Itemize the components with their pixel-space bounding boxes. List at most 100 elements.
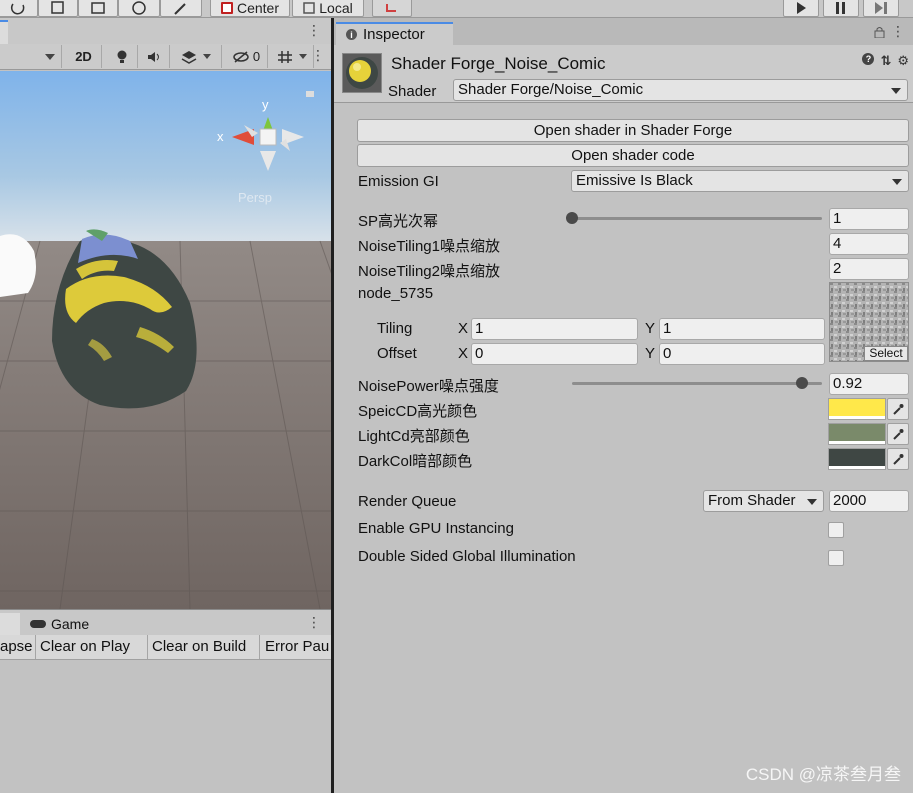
- offset-y-field[interactable]: 0: [659, 343, 825, 365]
- error-pause-label: Error Pau: [265, 638, 330, 655]
- sp-value-field[interactable]: 1: [829, 208, 909, 230]
- noise-tiling-1-field[interactable]: 4: [829, 233, 909, 255]
- scene-tab[interactable]: [0, 20, 8, 44]
- shader-label: Shader: [388, 83, 437, 100]
- step-button[interactable]: [863, 0, 899, 17]
- sp-slider-track[interactable]: [572, 217, 822, 220]
- lock-icon[interactable]: [874, 26, 885, 38]
- tiling-y-value: 1: [663, 320, 672, 337]
- custom-tool-button[interactable]: [160, 0, 202, 17]
- pivot-center-toggle[interactable]: Center: [210, 0, 290, 17]
- texture-select-button[interactable]: Select: [864, 346, 908, 361]
- offset-x-field[interactable]: 0: [471, 343, 638, 365]
- pause-icon: [836, 1, 845, 14]
- scale-tool-button[interactable]: [38, 0, 78, 17]
- offset-x-value: 0: [475, 345, 484, 362]
- console-menu-icon[interactable]: ⋮: [307, 614, 321, 631]
- draw-mode-dropdown[interactable]: [0, 45, 62, 68]
- speaker-icon: [147, 51, 159, 62]
- scene-panel-menu-icon[interactable]: ⋮: [307, 22, 321, 39]
- inspector-tabbar: i Inspector ⋮: [334, 18, 913, 45]
- grid-snap-dropdown[interactable]: [270, 45, 314, 68]
- scene-viewport[interactable]: y x Persp: [0, 71, 331, 609]
- tab-game[interactable]: Game: [22, 613, 132, 635]
- console-tab[interactable]: [0, 613, 20, 635]
- noise-power-slider-handle[interactable]: [796, 377, 808, 389]
- alpha-bar: [829, 416, 885, 419]
- noise-power-slider-track[interactable]: [572, 382, 822, 385]
- tab-inspector[interactable]: i Inspector: [336, 22, 453, 45]
- layers-icon: [181, 50, 196, 64]
- noise-tiling-1-label: NoiseTiling1噪点缩放: [358, 238, 500, 255]
- chevron-down-icon: [807, 499, 817, 505]
- main-toolbar: Center Local: [0, 0, 913, 18]
- rect-tool-button[interactable]: [78, 0, 118, 17]
- toggle-2d-button[interactable]: 2D: [66, 45, 102, 68]
- toggle-2d-label: 2D: [75, 49, 92, 64]
- offset-label: Offset: [377, 345, 417, 362]
- play-button[interactable]: [783, 0, 819, 17]
- render-queue-value-field[interactable]: 2000: [829, 490, 909, 512]
- render-queue-mode-dropdown[interactable]: From Shader: [703, 490, 824, 512]
- collapse-button[interactable]: apse: [0, 635, 36, 659]
- grid-icon: [277, 50, 292, 63]
- gpu-instancing-checkbox[interactable]: [828, 522, 844, 538]
- tiling-label: Tiling: [377, 320, 413, 337]
- sp-slider-handle[interactable]: [566, 212, 578, 224]
- shader-dropdown-value: Shader Forge/Noise_Comic: [458, 81, 644, 98]
- light-color-swatch[interactable]: [828, 423, 886, 445]
- wrench-icon: [174, 2, 186, 15]
- pause-button[interactable]: [823, 0, 859, 17]
- offset-y-value: 0: [663, 345, 672, 362]
- hidden-objects-toggle[interactable]: 0: [226, 45, 268, 68]
- node-texture-label: node_5735: [358, 285, 434, 302]
- dark-color-picker-button[interactable]: [887, 448, 909, 470]
- spec-color-picker-button[interactable]: [887, 398, 909, 420]
- material-name: Shader Forge_Noise_Comic: [391, 54, 606, 73]
- sp-label: SP高光次幂: [358, 213, 439, 230]
- noise-tiling-2-field[interactable]: 2: [829, 258, 909, 280]
- presets-icon[interactable]: ⇅: [880, 53, 891, 69]
- shader-dropdown[interactable]: Shader Forge/Noise_Comic: [453, 79, 908, 101]
- open-in-shader-forge-button[interactable]: Open shader in Shader Forge: [357, 119, 909, 142]
- clear-on-build-button[interactable]: Clear on Build: [148, 635, 260, 659]
- tiling-y-field[interactable]: 1: [659, 318, 825, 340]
- rotate-tool-button[interactable]: [0, 0, 38, 17]
- emission-gi-dropdown[interactable]: Emissive Is Black: [571, 170, 909, 192]
- tiling-x-axis-label: X: [458, 320, 469, 337]
- dark-color-label: DarkCol暗部颜色: [358, 453, 473, 470]
- spec-color-swatch[interactable]: [828, 398, 886, 420]
- dark-color-swatch[interactable]: [828, 448, 886, 470]
- tiling-x-field[interactable]: 1: [471, 318, 638, 340]
- gizmo-persp-label: Persp: [238, 190, 272, 205]
- tiling-x-value: 1: [475, 320, 484, 337]
- help-icon[interactable]: ?: [862, 53, 875, 65]
- scale-icon: [51, 0, 64, 14]
- gear-icon[interactable]: ⚙: [897, 53, 909, 69]
- scene-tabbar: ⋮: [0, 18, 331, 44]
- audio-toggle[interactable]: [138, 45, 170, 68]
- texture-slot[interactable]: Select: [829, 282, 909, 362]
- scene-options-menu-icon[interactable]: ⋮: [311, 47, 325, 64]
- snap-toggle-button[interactable]: [372, 0, 412, 17]
- noise-tiling-1-value: 4: [833, 235, 842, 252]
- transform-tool-button[interactable]: [118, 0, 160, 17]
- effects-dropdown[interactable]: [170, 45, 222, 68]
- error-pause-button[interactable]: Error Pau: [261, 635, 331, 659]
- light-color-picker-button[interactable]: [887, 423, 909, 445]
- material-header: Shader Forge_Noise_Comic ? ⇅ ⚙ Shader Sh…: [334, 45, 913, 103]
- pivot-local-toggle[interactable]: Local: [292, 0, 364, 17]
- chevron-down-icon: [45, 54, 55, 60]
- offset-y-axis-label: Y: [645, 345, 656, 362]
- double-sided-gi-checkbox[interactable]: [828, 550, 844, 566]
- lighting-toggle[interactable]: [106, 45, 138, 68]
- open-shader-code-button[interactable]: Open shader code: [357, 144, 909, 167]
- rotate-icon: [10, 3, 25, 14]
- inspector-menu-icon[interactable]: ⋮: [891, 23, 905, 40]
- clear-on-play-button[interactable]: Clear on Play: [36, 635, 148, 659]
- gizmo-lock-icon[interactable]: [306, 91, 314, 97]
- noise-power-field[interactable]: 0.92: [829, 373, 909, 395]
- double-sided-gi-label: Double Sided Global Illumination: [358, 548, 576, 565]
- clear-on-play-label: Clear on Play: [40, 638, 131, 655]
- texture-select-label: Select: [869, 346, 903, 360]
